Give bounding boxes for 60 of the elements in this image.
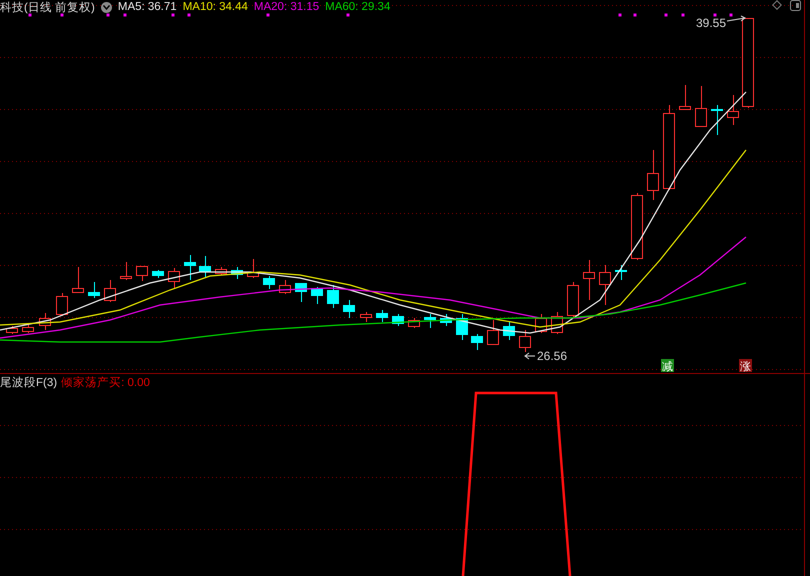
candlestick xyxy=(727,94,739,126)
candlestick xyxy=(647,150,659,200)
rise-signal-badge: 涨 xyxy=(739,359,752,373)
candlestick xyxy=(327,284,339,308)
arrow-icon xyxy=(524,352,536,360)
candlestick xyxy=(711,104,723,136)
candlestick xyxy=(279,280,291,294)
candlestick xyxy=(583,260,595,300)
leader-line xyxy=(726,16,746,22)
candlestick xyxy=(503,322,515,340)
candlestick xyxy=(72,266,84,294)
panel-toggle-icon[interactable] xyxy=(790,0,801,11)
chart-title: 科技(日线 前复权) xyxy=(0,0,95,14)
moving-average-label: MA20: 31.15 xyxy=(254,1,320,13)
candlestick xyxy=(392,314,404,326)
candlestick xyxy=(231,266,243,280)
candlestick xyxy=(695,86,707,128)
indicator-name: 尾波段F(3) xyxy=(0,376,58,390)
candlestick xyxy=(311,286,323,304)
candlestick xyxy=(56,292,68,316)
candlestick xyxy=(199,256,211,278)
candlestick xyxy=(104,280,116,302)
candlestick xyxy=(152,270,164,278)
candlestick xyxy=(456,314,468,340)
candlestick xyxy=(471,334,483,350)
diamond-icon[interactable] xyxy=(772,0,782,10)
candlestick xyxy=(424,314,436,328)
candlestick xyxy=(599,264,611,306)
candlestick xyxy=(615,264,627,280)
candlestick xyxy=(360,312,372,322)
candlestick xyxy=(120,262,132,280)
candlestick xyxy=(519,330,531,352)
candlestick xyxy=(215,266,227,276)
candlestick xyxy=(440,314,452,326)
candlestick xyxy=(376,310,388,322)
dropdown-icon[interactable] xyxy=(100,2,112,12)
candlestick xyxy=(408,318,420,328)
moving-average-label: MA60: 29.34 xyxy=(325,1,390,13)
candlestick xyxy=(263,276,275,290)
candlestick xyxy=(343,300,355,318)
low-price-label: 26.56 xyxy=(537,349,568,363)
high-price-label: 39.55 xyxy=(696,16,726,30)
candlestick xyxy=(247,258,259,278)
candlestick xyxy=(22,324,34,334)
candlestick xyxy=(631,192,643,260)
candlestick xyxy=(184,254,196,280)
reduce-signal-badge: 减 xyxy=(661,359,674,373)
candlestick xyxy=(88,282,100,298)
candlestick xyxy=(6,326,18,334)
candlestick xyxy=(295,282,307,302)
candlestick xyxy=(567,282,579,318)
moving-average-label: MA10: 34.44 xyxy=(182,1,248,13)
candlestick xyxy=(39,312,51,330)
candlestick xyxy=(535,314,547,334)
candlestick xyxy=(136,266,148,282)
candlestick xyxy=(487,320,499,346)
indicator-value: 倾家荡产买: 0.00 xyxy=(61,375,150,390)
moving-average-label: MA5: 36.71 xyxy=(118,1,177,13)
candlestick xyxy=(168,268,180,290)
candlestick xyxy=(679,84,691,110)
